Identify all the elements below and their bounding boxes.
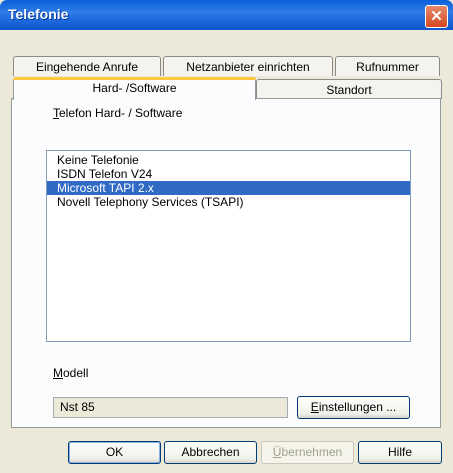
model-field: Nst 85 <box>53 397 288 418</box>
tab-rufnummer[interactable]: Rufnummer <box>335 56 440 76</box>
apply-button-rest: bernehmen <box>281 445 343 459</box>
apply-button[interactable]: Übernehmen <box>261 441 354 464</box>
tab-standort[interactable]: Standort <box>256 79 442 99</box>
tab-eingehende-anrufe[interactable]: Eingehende Anrufe <box>13 56 161 76</box>
close-button[interactable]: ✕ <box>425 5 448 28</box>
group-label-rest: elefon Hard- / Software <box>59 106 183 120</box>
settings-button-rest: instellungen ... <box>318 400 397 414</box>
tab-hardware-software[interactable]: Hard- /Software <box>13 77 256 100</box>
settings-button[interactable]: Einstellungen ... <box>297 396 410 419</box>
telephony-listbox[interactable]: Keine Telefonie ISDN Telefon V24 Microso… <box>46 150 411 342</box>
list-item[interactable]: ISDN Telefon V24 <box>47 167 410 181</box>
close-icon: ✕ <box>430 8 443 25</box>
ok-button[interactable]: OK <box>68 441 161 464</box>
telefonie-dialog: Telefonie ✕ Eingehende Anrufe Netzanbiet… <box>0 0 453 473</box>
model-label-rest: odell <box>63 366 89 380</box>
list-item[interactable]: Novell Telephony Services (TSAPI) <box>47 195 410 209</box>
tab-netzanbieter-einrichten[interactable]: Netzanbieter einrichten <box>163 56 333 76</box>
model-label: Modell <box>53 366 89 380</box>
cancel-button[interactable]: Abbrechen <box>164 441 257 464</box>
list-item[interactable]: Keine Telefonie <box>47 153 410 167</box>
window-title: Telefonie <box>8 6 69 22</box>
group-label-telefon: Telefon Hard- / Software <box>53 106 183 120</box>
list-item-selected[interactable]: Microsoft TAPI 2.x <box>47 181 410 195</box>
help-button[interactable]: Hilfe <box>358 441 442 464</box>
title-bar[interactable]: Telefonie ✕ <box>0 0 453 30</box>
